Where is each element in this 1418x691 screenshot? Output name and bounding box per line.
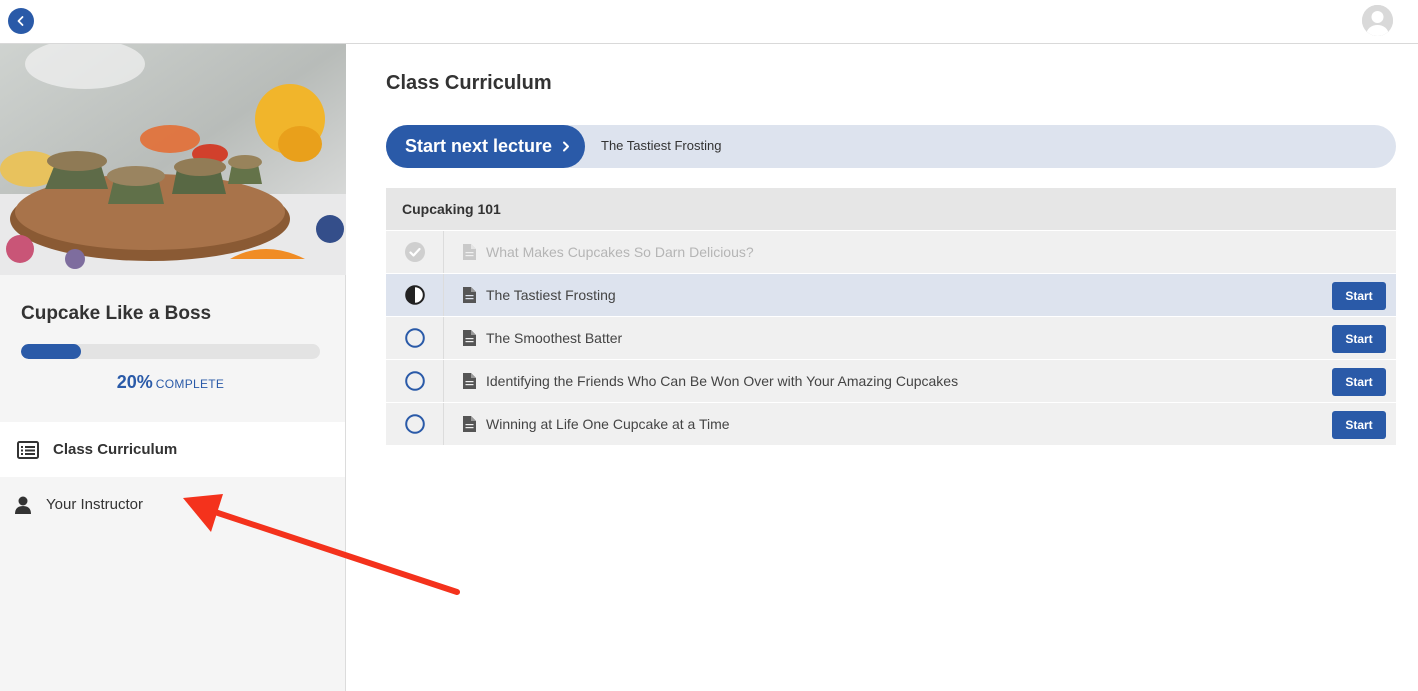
progress-label: 20% COMPLETE	[0, 372, 341, 393]
status-cell	[386, 360, 444, 402]
status-cell	[386, 274, 444, 316]
lecture-title: Identifying the Friends Who Can Be Won O…	[486, 373, 959, 389]
list-icon	[17, 439, 39, 461]
status-cell	[386, 317, 444, 359]
document-icon	[463, 416, 477, 432]
lecture-title: What Makes Cupcakes So Darn Delicious?	[486, 244, 754, 260]
main-content: Class Curriculum Start next lecture The …	[346, 44, 1418, 691]
status-cell	[386, 403, 444, 445]
progress-complete-word: COMPLETE	[155, 377, 225, 391]
half-circle-icon	[404, 285, 425, 305]
lecture-title: The Tastiest Frosting	[486, 287, 616, 303]
empty-circle-icon	[404, 414, 425, 434]
user-avatar[interactable]	[1362, 5, 1393, 36]
document-icon	[463, 287, 477, 303]
start-lecture-button[interactable]: Start	[1332, 325, 1386, 353]
start-next-lecture-label: Start next lecture	[405, 136, 553, 156]
lecture-title: The Smoothest Batter	[486, 330, 623, 346]
next-lecture-title: The Tastiest Frosting	[601, 138, 722, 153]
start-lecture-button[interactable]: Start	[1332, 368, 1386, 396]
chevron-left-icon	[17, 16, 24, 26]
progress-percent: 20%	[116, 372, 153, 392]
document-icon	[463, 244, 477, 260]
section-title: Cupcaking 101	[386, 188, 1396, 230]
sidebar: Cupcake Like a Boss 20% COMPLETE Class Cu…	[0, 44, 346, 691]
top-bar	[0, 0, 1418, 44]
progress-bar	[21, 344, 320, 359]
document-icon	[463, 330, 477, 346]
check-circle-icon	[404, 242, 425, 262]
status-cell	[386, 231, 444, 273]
course-title: Cupcake Like a Boss	[21, 303, 212, 324]
lecture-row[interactable]: What Makes Cupcakes So Darn Delicious?	[386, 230, 1396, 273]
sidebar-item-label: Class Curriculum	[53, 441, 178, 458]
start-lecture-button[interactable]: Start	[1332, 411, 1386, 439]
sidebar-item-your-instructor[interactable]: Your Instructor	[0, 477, 345, 532]
page-title: Class Curriculum	[386, 72, 552, 94]
empty-circle-icon	[404, 328, 425, 348]
user-icon	[12, 494, 34, 516]
sidebar-item-class-curriculum[interactable]: Class Curriculum	[0, 422, 345, 477]
next-lecture-bar: Start next lecture The Tastiest Frosting	[386, 125, 1396, 168]
lecture-row[interactable]: Identifying the Friends Who Can Be Won O…	[386, 359, 1396, 402]
sidebar-item-label: Your Instructor	[46, 496, 143, 513]
document-icon	[463, 373, 477, 389]
lecture-row[interactable]: The Smoothest Batter Start	[386, 316, 1396, 359]
user-avatar-icon	[1362, 5, 1393, 36]
curriculum-section: Cupcaking 101 What Makes Cupcakes So Dar…	[386, 188, 1396, 445]
back-button[interactable]	[8, 8, 34, 34]
progress-bar-fill	[21, 344, 81, 359]
start-lecture-button[interactable]: Start	[1332, 282, 1386, 310]
lecture-row[interactable]: The Tastiest Frosting Start	[386, 273, 1396, 316]
course-cover-image	[0, 44, 346, 275]
start-next-lecture-button[interactable]: Start next lecture	[386, 125, 585, 168]
lecture-title: Winning at Life One Cupcake at a Time	[486, 416, 730, 432]
empty-circle-icon	[404, 371, 425, 391]
lecture-row[interactable]: Winning at Life One Cupcake at a Time St…	[386, 402, 1396, 445]
chevron-right-icon	[562, 141, 570, 152]
course-info: Cupcake Like a Boss 20% COMPLETE	[0, 275, 345, 422]
